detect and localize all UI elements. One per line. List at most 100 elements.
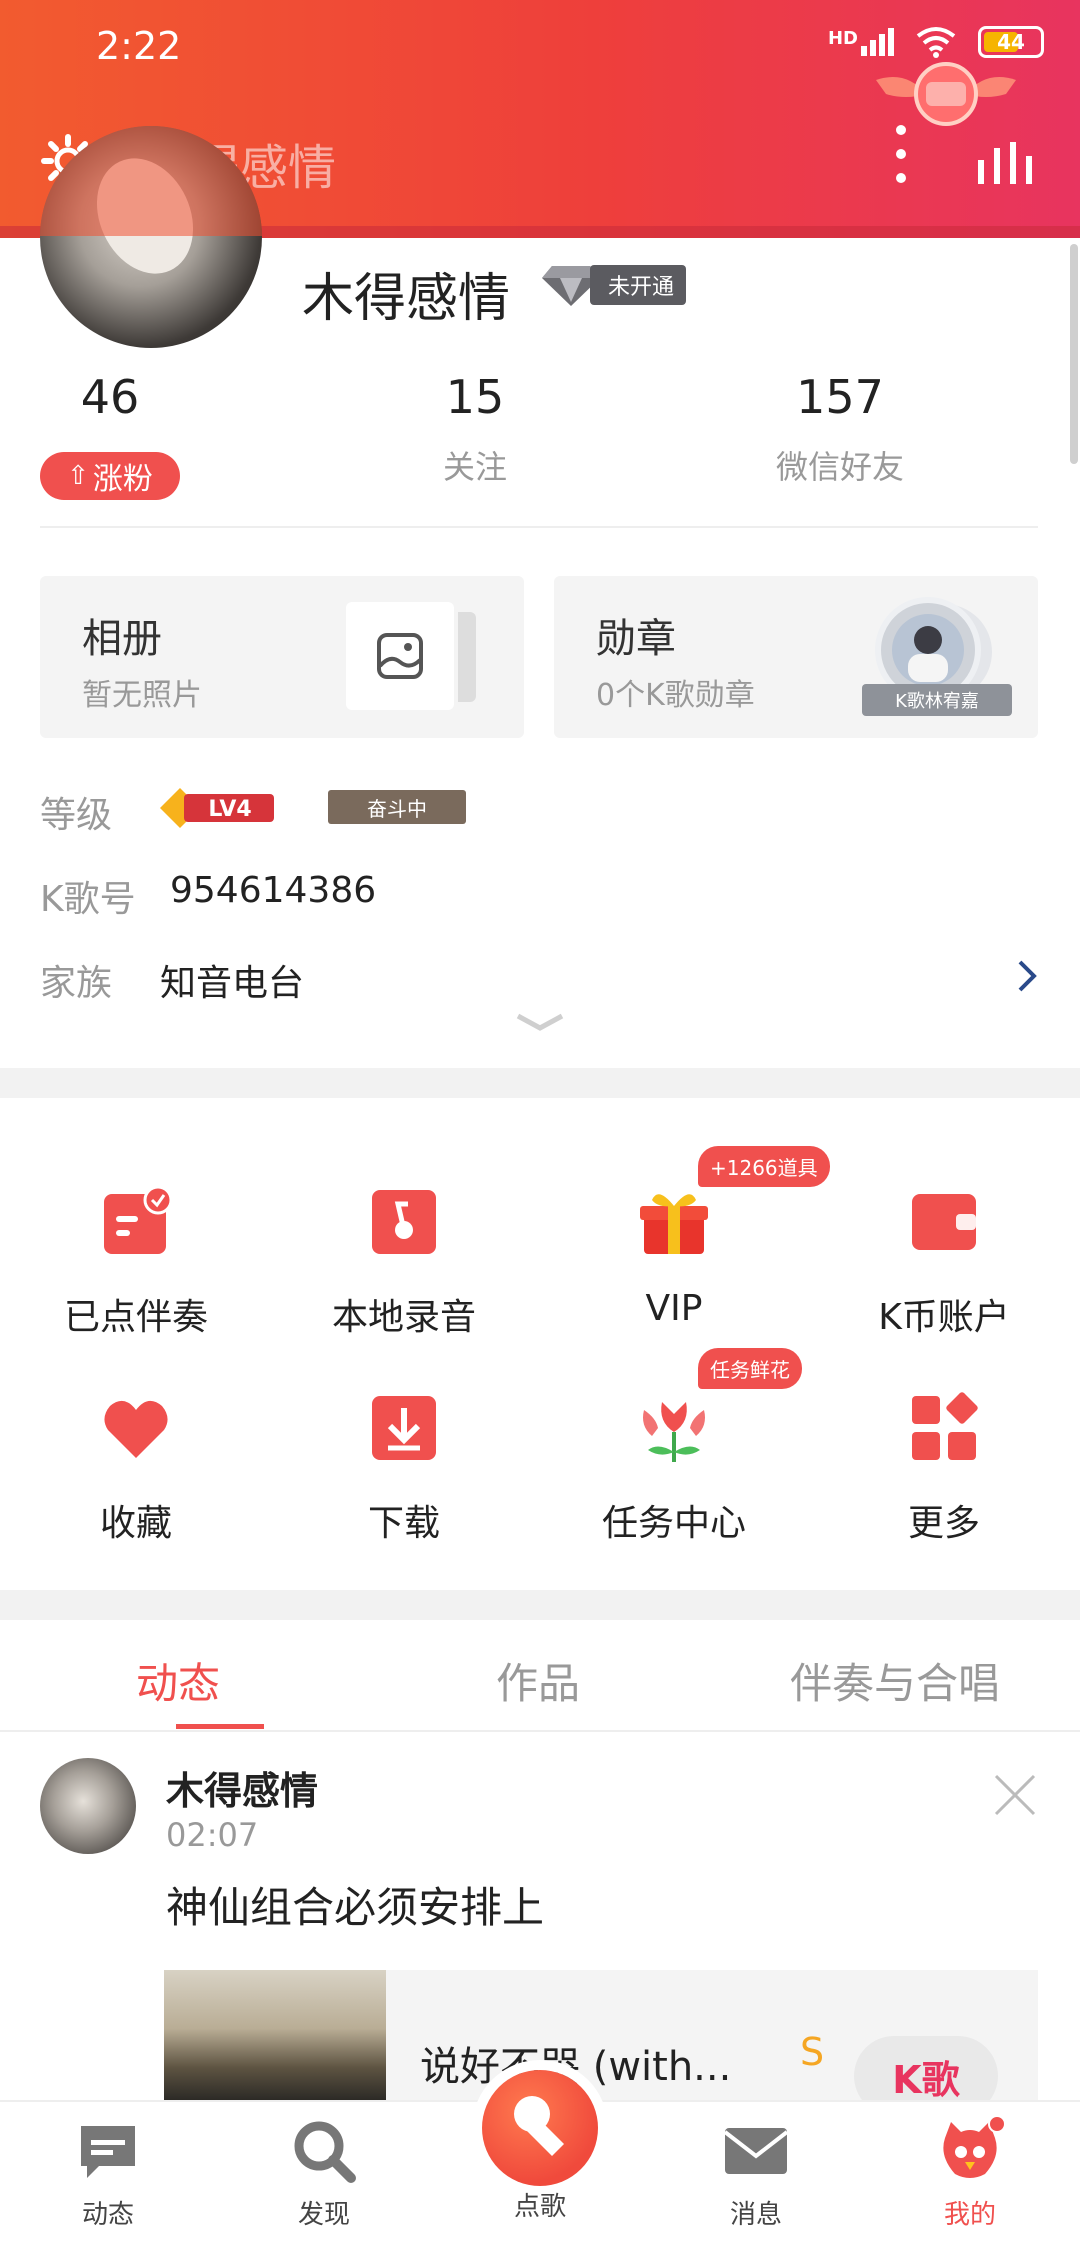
- grid-label: 本地录音: [331, 1297, 476, 1338]
- wallet-icon: [912, 1194, 976, 1250]
- medal-title: 勋章: [596, 616, 676, 662]
- level-label: 等级: [40, 795, 113, 836]
- grid-favorites[interactable]: 收藏: [36, 1392, 236, 1546]
- close-icon[interactable]: [992, 1772, 1038, 1818]
- stat-fans[interactable]: 46: [60, 370, 160, 424]
- task-flower-pill: 任务鲜花: [698, 1348, 802, 1389]
- album-title: 相册: [82, 616, 162, 662]
- local-record-icon: [372, 1190, 436, 1254]
- grid-task-center[interactable]: 任务中心: [574, 1392, 774, 1546]
- crown-wings-icon[interactable]: [866, 60, 1026, 140]
- discover-icon: [294, 2121, 356, 2183]
- grid-label: 收藏: [99, 1503, 172, 1544]
- nav-label: 发现: [297, 2200, 350, 2230]
- feed-icon: [81, 2126, 135, 2178]
- microphone-icon: [514, 2096, 564, 2156]
- wifi-icon: [916, 27, 956, 58]
- following-count: 15: [445, 370, 505, 424]
- nav-sing-button[interactable]: [482, 2070, 598, 2186]
- status-time: 2:22: [96, 24, 182, 68]
- kid-label: K歌号: [40, 879, 136, 920]
- fans-count: 46: [80, 370, 140, 424]
- section-gap: [0, 1590, 1080, 1620]
- tab-accompaniment-chorus[interactable]: 伴奏与合唱: [790, 1650, 1000, 1711]
- stats-divider: [40, 526, 1038, 528]
- song-grade: S: [800, 2030, 825, 2074]
- active-tab-indicator: [176, 1724, 264, 1729]
- grid-kcoin[interactable]: K币账户: [844, 1186, 1044, 1340]
- profile-name: 木得感情: [302, 269, 511, 329]
- nav-label: 点歌: [513, 2192, 566, 2222]
- grid-more[interactable]: 更多: [844, 1392, 1044, 1546]
- grid-label: 下载: [367, 1503, 440, 1544]
- accompaniment-icon: [104, 1185, 173, 1254]
- kid-value: 954614386: [170, 870, 377, 911]
- nav-label: 消息: [729, 2200, 782, 2230]
- fans-growth-label: 涨粉: [92, 462, 153, 497]
- vip-props-pill: +1266道具: [698, 1146, 830, 1187]
- battery-icon: 44: [978, 26, 1044, 58]
- grid-label: 已点伴奏: [63, 1297, 208, 1338]
- wechat-friends-label: 微信好友: [775, 448, 904, 486]
- tab-feed[interactable]: 动态: [136, 1650, 220, 1711]
- heart-icon: [104, 1400, 168, 1458]
- svg-text:LV4: LV4: [208, 797, 251, 822]
- post-author-name[interactable]: 木得感情: [166, 1760, 318, 1815]
- stat-following[interactable]: 15 关注: [415, 370, 535, 488]
- medal-card[interactable]: 勋章 0个K歌勋章 K歌林宥嘉: [554, 576, 1038, 738]
- profile-icon: [943, 2115, 1006, 2178]
- flower-icon: [643, 1402, 705, 1462]
- level-badge[interactable]: LV4: [160, 788, 276, 828]
- gift-box-icon: [640, 1194, 708, 1254]
- up-arrow-icon: ⇧: [67, 461, 89, 491]
- grid-accompaniment[interactable]: 已点伴奏: [36, 1185, 236, 1340]
- signal-icon: HD: [828, 28, 894, 56]
- tab-works[interactable]: 作品: [496, 1650, 580, 1711]
- album-card[interactable]: 相册 暂无照片: [40, 576, 524, 738]
- download-icon: [372, 1396, 436, 1460]
- music-bars-icon[interactable]: [978, 142, 1034, 184]
- wechat-friends-count: 157: [796, 370, 884, 424]
- fans-growth-tag[interactable]: ⇧ 涨粉: [40, 452, 180, 500]
- family-label: 家族: [40, 963, 113, 1004]
- grid-local-record[interactable]: 本地录音: [304, 1186, 504, 1340]
- profile-avatar[interactable]: [40, 126, 262, 348]
- stat-wechat-friends[interactable]: 157 微信好友: [758, 370, 922, 488]
- nav-label: 动态: [81, 2200, 134, 2230]
- more-options-icon[interactable]: [896, 124, 906, 184]
- grid-download[interactable]: 下载: [304, 1392, 504, 1546]
- chevron-right-icon[interactable]: [1014, 956, 1042, 996]
- scrollbar[interactable]: [1070, 244, 1078, 464]
- section-gap: [0, 1068, 1080, 1098]
- post-timestamp: 02:07: [166, 1816, 259, 1854]
- grid-label: K币账户: [878, 1297, 1010, 1338]
- album-stack-shadow: [458, 612, 476, 702]
- status-icons: HD 44: [828, 26, 1044, 58]
- nav-feed[interactable]: 动态: [48, 2116, 168, 2231]
- tabs-divider: [0, 1730, 1080, 1732]
- photo-placeholder-icon: [346, 602, 454, 710]
- post-author-avatar[interactable]: [40, 1758, 136, 1854]
- nav-discover[interactable]: 发现: [264, 2116, 384, 2231]
- chevron-down-icon[interactable]: [514, 1010, 566, 1034]
- nav-profile[interactable]: 我的: [910, 2115, 1030, 2231]
- nav-label: 我的: [943, 2200, 996, 2230]
- message-icon: [723, 2128, 789, 2174]
- post-text: 神仙组合必须安排上: [166, 1883, 545, 1932]
- medal-caption: K歌林宥嘉: [862, 684, 1012, 716]
- following-label: 关注: [442, 448, 507, 486]
- level-status: 奋斗中: [328, 790, 466, 824]
- vip-status-label: 未开通: [590, 265, 687, 305]
- vip-diamond-badge[interactable]: 未开通: [540, 262, 687, 308]
- medal-subtitle: 0个K歌勋章: [596, 678, 755, 713]
- grid-label: VIP: [645, 1288, 703, 1329]
- song-cover-image: [164, 1970, 386, 2100]
- song-card[interactable]: 说好不哭 (with... S K歌: [164, 1970, 1038, 2116]
- family-value[interactable]: 知音电台: [160, 954, 304, 1006]
- grid-label: 更多: [907, 1503, 980, 1544]
- grid-label: 任务中心: [601, 1503, 746, 1544]
- album-subtitle: 暂无照片: [82, 678, 202, 713]
- more-grid-icon: [912, 1392, 978, 1460]
- nav-messages[interactable]: 消息: [696, 2116, 816, 2231]
- grid-vip[interactable]: VIP: [574, 1186, 774, 1329]
